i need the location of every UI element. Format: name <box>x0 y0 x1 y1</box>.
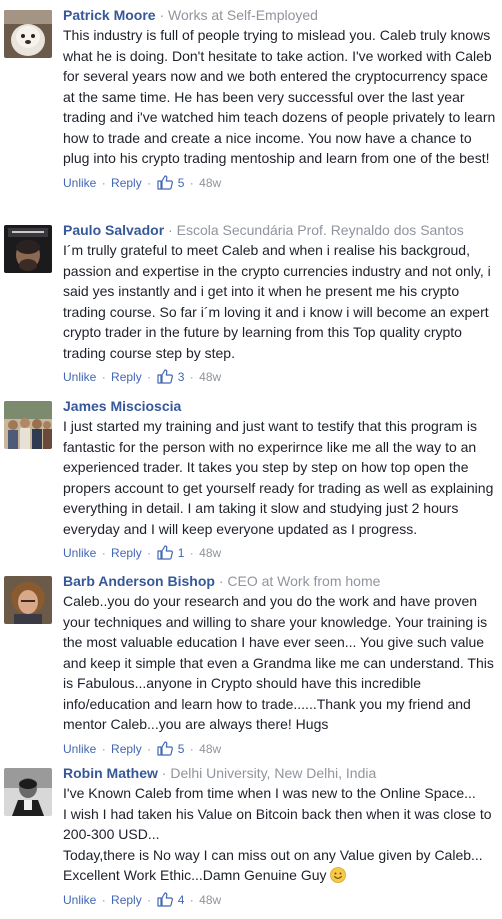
thumbs-up-icon[interactable] <box>157 891 174 907</box>
like-count[interactable]: 3 <box>178 370 185 384</box>
like-count[interactable]: 1 <box>178 546 185 560</box>
separator: · <box>101 370 106 384</box>
comment-actions: Unlike · Reply · 5 · 48w <box>63 740 496 757</box>
unlike-link[interactable]: Unlike <box>63 742 96 756</box>
unlike-link[interactable]: Unlike <box>63 176 96 190</box>
commenter-work[interactable]: Delhi University, New Delhi, India <box>170 765 376 781</box>
reply-link[interactable]: Reply <box>111 893 142 907</box>
comment-body: I've Known Caleb from time when I was ne… <box>63 783 496 886</box>
thumbs-up-icon[interactable] <box>157 545 174 560</box>
comment-text: Today,there is No way I can miss out on … <box>63 846 483 863</box>
unlike-link[interactable]: Unlike <box>63 546 96 560</box>
comment-body: This industry is full of people trying t… <box>63 25 496 169</box>
comment-body: Caleb..you do your research and you do t… <box>63 591 496 735</box>
separator: · <box>218 573 224 589</box>
separator: · <box>189 741 194 756</box>
commenter-name[interactable]: Robin Mathew <box>63 765 158 781</box>
comment-text: This industry is full of people trying t… <box>63 27 496 166</box>
timestamp[interactable]: 48w <box>199 370 221 384</box>
commenter-name[interactable]: James Miscioscia <box>63 398 181 414</box>
thumbs-up-icon[interactable] <box>157 369 174 384</box>
separator: · <box>101 175 106 190</box>
avatar[interactable] <box>4 10 52 58</box>
like-count[interactable]: 4 <box>178 893 185 907</box>
reply-link[interactable]: Reply <box>111 546 142 560</box>
avatar[interactable] <box>4 225 52 273</box>
comment-text: I just started my training and just want… <box>63 418 494 537</box>
comment-text: Excellent Work Ethic...Damn Genuine Guy <box>63 865 496 886</box>
separator: · <box>159 7 165 23</box>
unlike-link[interactable]: Unlike <box>63 370 96 384</box>
separator: · <box>189 370 194 384</box>
separator: · <box>147 892 152 907</box>
thumbs-up-icon[interactable] <box>157 174 174 190</box>
separator: · <box>147 175 152 190</box>
separator: · <box>161 765 167 781</box>
separator: · <box>147 546 152 560</box>
comment-actions: Unlike · Reply · 3 · 48w <box>63 369 496 385</box>
timestamp[interactable]: 48w <box>199 893 221 907</box>
separator: · <box>101 741 106 756</box>
comment-actions: Unlike · Reply · 5 · 48w <box>63 174 496 191</box>
separator: · <box>101 546 106 560</box>
comment-text: I wish I had taken his Value on Bitcoin … <box>63 805 492 843</box>
comment-body: I just started my training and just want… <box>63 416 496 539</box>
commenter-name[interactable]: Paulo Salvador <box>63 222 164 238</box>
comment-text-line: Excellent Work Ethic...Damn Genuine Guy <box>63 867 327 883</box>
separator: · <box>168 222 173 238</box>
reply-link[interactable]: Reply <box>111 742 142 756</box>
comment-text: I´m trully grateful to meet Caleb and wh… <box>63 242 491 361</box>
avatar[interactable] <box>4 576 52 624</box>
commenter-work[interactable]: Works at Self-Employed <box>168 7 318 23</box>
comment-text: I've Known Caleb from time when I was ne… <box>63 785 476 801</box>
avatar[interactable] <box>4 768 52 816</box>
timestamp[interactable]: 48w <box>199 546 221 560</box>
unlike-link[interactable]: Unlike <box>63 893 96 907</box>
comment-body: I´m trully grateful to meet Caleb and wh… <box>63 240 496 363</box>
commenter-name[interactable]: Patrick Moore <box>63 7 156 23</box>
smiley-emoji-icon <box>330 867 347 883</box>
separator: · <box>147 741 152 756</box>
like-count[interactable]: 5 <box>178 742 185 756</box>
separator: · <box>101 892 106 907</box>
thumbs-up-icon[interactable] <box>157 740 174 756</box>
commenter-name[interactable]: Barb Anderson Bishop <box>63 573 215 589</box>
comment-actions: Unlike · Reply · 1 · 48w <box>63 545 496 561</box>
separator: · <box>189 546 194 560</box>
commenter-work[interactable]: Escola Secundária Prof. Reynaldo dos San… <box>177 222 464 238</box>
comment-text: Caleb..you do your research and you do t… <box>63 593 494 732</box>
avatar[interactable] <box>4 401 52 449</box>
like-count[interactable]: 5 <box>178 176 185 190</box>
separator: · <box>147 370 152 384</box>
reply-link[interactable]: Reply <box>111 370 142 384</box>
timestamp[interactable]: 48w <box>199 742 221 756</box>
comment-actions: Unlike · Reply · 4 · 48w <box>63 891 496 908</box>
separator: · <box>189 892 194 907</box>
separator: · <box>189 175 194 190</box>
timestamp[interactable]: 48w <box>199 176 221 190</box>
reply-link[interactable]: Reply <box>111 176 142 190</box>
commenter-work[interactable]: CEO at Work from home <box>227 573 380 589</box>
